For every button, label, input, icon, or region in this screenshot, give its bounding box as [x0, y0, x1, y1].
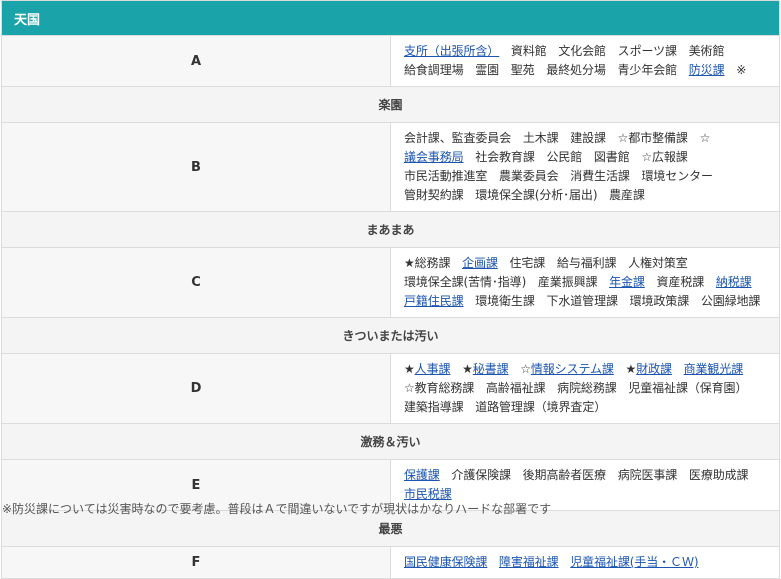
department-item: 美術館: [688, 44, 725, 58]
department-item: 農業委員会: [499, 169, 559, 183]
department-item: 土木課: [522, 131, 559, 145]
department-item: 医療助成課: [688, 468, 749, 482]
department-item: 人権対策室: [628, 256, 688, 270]
grade-row-a: A 支所（出張所含） 資料館 文化会館 スポーツ課 美術館 給食調理場 霊園 聖…: [1, 35, 780, 87]
department-item: 市民活動推進室: [404, 169, 488, 183]
tier-heading: 天国: [1, 0, 780, 36]
department-item: 道路管理課（境界査定）: [475, 400, 607, 414]
tier-header-row: きついまたは汚い: [1, 317, 780, 354]
department-item: スポーツ課: [617, 44, 677, 58]
department-item: 資産税課: [656, 275, 705, 289]
tier-header-row: 天国: [1, 0, 780, 36]
department-item: 消費生活課: [570, 169, 630, 183]
department-item: 社会教育課: [475, 150, 535, 164]
department-list: 支所（出張所含） 資料館 文化会館 スポーツ課 美術館 給食調理場 霊園 聖苑 …: [390, 35, 780, 87]
department-item: 聖苑: [510, 63, 535, 77]
department-item: 文化会館: [558, 44, 606, 58]
department-item: ★: [462, 362, 473, 376]
department-link[interactable]: 納税課: [716, 273, 752, 292]
tier-heading: 楽園: [1, 86, 780, 123]
department-link[interactable]: 情報システム課: [531, 360, 614, 379]
department-item: 給与福利課: [556, 256, 617, 270]
grade-row-d: D ★人事課 ★秘書課 ☆情報システム課 ★財政課 商業観光課 ☆教育総務課 高…: [1, 353, 780, 424]
department-item: 病院医事課: [617, 468, 678, 482]
grade-label: A: [1, 35, 391, 87]
department-list: ★総務課 企画課 住宅課 給与福利課 人権対策室 環境保全課(苦情･指導) 産業…: [390, 247, 780, 318]
department-link[interactable]: 年金課: [609, 273, 645, 292]
department-list: 国民健康保険課 障害福祉課 児童福祉課(手当・ＣＷ): [390, 546, 780, 579]
department-item: ☆教育総務課: [404, 381, 475, 395]
department-item: 高齢福祉課: [485, 381, 546, 395]
department-link[interactable]: 議会事務局: [404, 148, 464, 167]
department-item: 霊園: [475, 63, 500, 77]
department-item: 青少年会館: [617, 63, 678, 77]
department-item: 最終処分場: [546, 63, 606, 77]
department-item: 後期高齢者医療: [522, 468, 606, 482]
department-list: 会計課、監査委員会 土木課 建設課 ☆都市整備課 ☆ 議会事務局 社会教育課 公民…: [390, 122, 780, 212]
department-list: ★人事課 ★秘書課 ☆情報システム課 ★財政課 商業観光課 ☆教育総務課 高齢福…: [390, 353, 780, 424]
department-item: 住宅課: [509, 256, 546, 270]
department-item: 児童福祉課（保育園）: [628, 381, 748, 395]
department-item: ☆: [520, 362, 531, 376]
department-item: 下水道管理課: [546, 294, 618, 308]
department-item: 公園緑地課: [700, 294, 761, 308]
page: 天国 A 支所（出張所含） 資料館 文化会館 スポーツ課 美術館 給食調理場 霊…: [0, 0, 781, 579]
grade-row-b: B 会計課、監査委員会 土木課 建設課 ☆都市整備課 ☆ 議会事務局 社会教育課 …: [1, 122, 780, 212]
grade-row-f: F 国民健康保険課 障害福祉課 児童福祉課(手当・ＣＷ): [1, 546, 780, 579]
ranking-table: 天国 A 支所（出張所含） 資料館 文化会館 スポーツ課 美術館 給食調理場 霊…: [1, 0, 780, 579]
tier-header-row: 楽園: [1, 86, 780, 123]
department-item: 農産課: [609, 188, 645, 202]
department-link[interactable]: 財政課: [636, 360, 672, 379]
department-link[interactable]: 商業観光課: [684, 360, 744, 379]
department-item: 環境センター: [641, 169, 714, 183]
department-item: 環境保全課(苦情･指導): [404, 275, 527, 289]
grade-label: D: [1, 353, 391, 424]
department-link[interactable]: 防災課: [689, 61, 725, 80]
grade-label: B: [1, 122, 391, 212]
department-item: 会計課、監査委員会: [404, 131, 512, 145]
department-item: ☆都市整備課: [617, 131, 688, 145]
department-item: ★: [625, 362, 637, 376]
department-link[interactable]: 人事課: [415, 360, 451, 379]
department-link[interactable]: 戸籍住民課: [404, 292, 464, 311]
department-item: 管財契約課: [404, 188, 464, 202]
footnote: ※防災課については災害時なので要考慮。普段はＡで間違いないですが現状はかなりハー…: [2, 502, 552, 516]
department-item: 資料館: [510, 44, 547, 58]
grade-label: C: [1, 247, 391, 318]
department-link[interactable]: 秘書課: [473, 360, 509, 379]
department-item: 産業振興課: [537, 275, 598, 289]
department-link[interactable]: 国民健康保険課: [404, 553, 487, 572]
tier-heading: まあまあ: [1, 211, 780, 248]
department-item: ☆: [699, 131, 711, 145]
department-item: 建設課: [570, 131, 606, 145]
tier-header-row: まあまあ: [1, 211, 780, 248]
department-item: ※: [736, 63, 747, 77]
department-link[interactable]: 保護課: [404, 466, 440, 485]
department-item: 図書館: [593, 150, 630, 164]
department-item: 建築指導課: [404, 400, 464, 414]
department-item: 環境保全課(分析･届出): [475, 188, 598, 202]
grade-label: F: [1, 546, 391, 579]
tier-header-row: 激務＆汚い: [1, 423, 780, 460]
grade-row-c: C ★総務課 企画課 住宅課 給与福利課 人権対策室 環境保全課(苦情･指導) …: [1, 247, 780, 318]
department-item: 環境政策課: [629, 294, 690, 308]
department-link[interactable]: 児童福祉課(手当・ＣＷ): [570, 553, 698, 572]
department-item: ☆広報課: [641, 150, 688, 164]
department-item: ★: [404, 362, 415, 376]
department-item: 病院総務課: [557, 381, 617, 395]
department-item: 公民館: [546, 150, 583, 164]
tier-heading: 激務＆汚い: [1, 423, 780, 460]
department-link[interactable]: 障害福祉課: [499, 553, 559, 572]
department-item: ★総務課: [404, 256, 451, 270]
department-item: 介護保険課: [451, 468, 511, 482]
department-item: 給食調理場: [404, 63, 464, 77]
department-link[interactable]: 支所（出張所含）: [404, 42, 499, 61]
tier-heading: きついまたは汚い: [1, 317, 780, 354]
department-item: 環境衛生課: [475, 294, 535, 308]
department-link[interactable]: 企画課: [462, 254, 498, 273]
